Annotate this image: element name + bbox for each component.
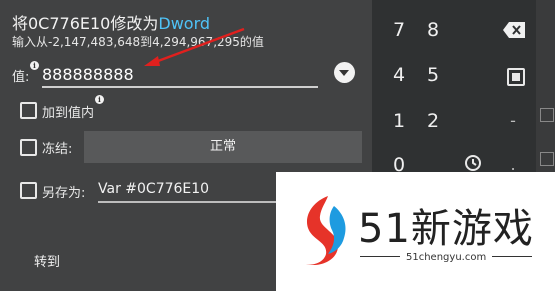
- add-to-value-checkbox[interactable]: [20, 102, 37, 119]
- key-5[interactable]: 5: [406, 54, 460, 96]
- key-2[interactable]: 2: [406, 100, 460, 142]
- backspace-icon[interactable]: [503, 22, 525, 38]
- key-8[interactable]: 8: [406, 9, 460, 51]
- select-all-icon[interactable]: [507, 68, 525, 86]
- info-icon[interactable]: i: [30, 61, 39, 70]
- title-prefix: 将0C776E10修改为: [12, 14, 159, 33]
- history-icon[interactable]: [464, 154, 482, 172]
- info-icon[interactable]: i: [95, 95, 104, 104]
- freeze-checkbox[interactable]: [20, 139, 37, 156]
- save-as-input[interactable]: [98, 177, 278, 203]
- save-as-checkbox[interactable]: [20, 182, 37, 199]
- trash-icon: [540, 108, 554, 122]
- brand-url: 51chengyu.com: [400, 252, 493, 263]
- freeze-row: 冻结: 正常: [20, 131, 362, 163]
- freeze-label: 冻结:: [42, 142, 73, 157]
- trash-icon: [540, 152, 554, 166]
- value-label: 值:: [12, 70, 30, 85]
- add-to-value-label: 加到值内: [42, 106, 95, 121]
- chevron-down-icon: [339, 70, 349, 76]
- goto-button[interactable]: 转到: [34, 251, 60, 270]
- red-arrow-annotation: [144, 27, 245, 66]
- watermark: 51新游戏 51chengyu.com: [276, 172, 555, 291]
- brand-logo: [306, 196, 346, 266]
- key-minus[interactable]: -: [486, 100, 540, 142]
- add-to-value-row[interactable]: 加到值内 i: [20, 95, 220, 121]
- save-as-label: 另存为:: [42, 186, 86, 201]
- freeze-mode-button[interactable]: 正常: [84, 131, 362, 163]
- value-options-button[interactable]: [334, 62, 355, 83]
- brand-name: 51新游戏: [358, 206, 534, 252]
